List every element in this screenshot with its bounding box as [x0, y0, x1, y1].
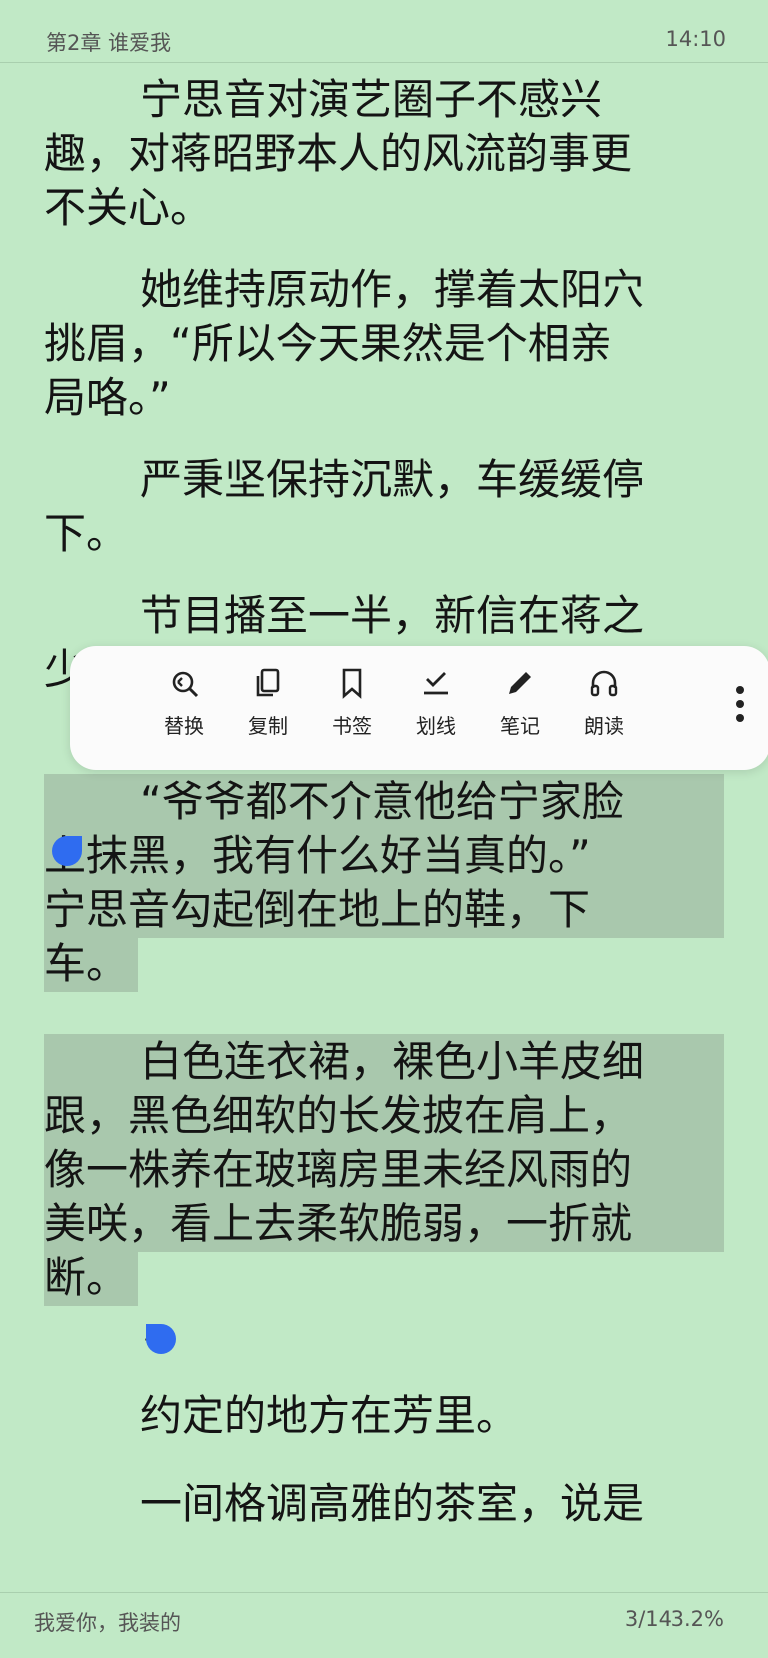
- read-aloud-label: 朗读: [584, 714, 624, 738]
- selected-text-line: 美咲，看上去柔软脆弱，一折就: [44, 1196, 724, 1252]
- text-line: 挑眉，“所以今天果然是个相亲: [44, 319, 612, 368]
- page-indicator: 3/14: [624, 1607, 672, 1631]
- bookmark-icon: [342, 668, 362, 699]
- text-line: 宁思音对演艺圈子不感兴: [140, 75, 603, 124]
- selection-end-handle[interactable]: [146, 1324, 176, 1354]
- replace-icon: [172, 671, 199, 698]
- note-label: 笔记: [500, 714, 540, 738]
- read-aloud-button[interactable]: 朗读: [562, 666, 646, 752]
- text-line: 不关心。: [44, 183, 213, 232]
- selection-toolbar: 替换 复制 书签 划线 笔记 朗读: [70, 646, 768, 770]
- selected-text-line: 上抹黑，我有什么好当真的。”: [44, 828, 724, 884]
- copy-icon: [256, 668, 280, 697]
- clock: 14:10: [665, 27, 726, 51]
- book-title: 我爱你，我装的: [34, 1611, 181, 1635]
- text-line: 她维持原动作，撑着太阳穴: [140, 265, 645, 314]
- text-line: 下。: [44, 509, 129, 558]
- copy-button[interactable]: 复制: [226, 666, 310, 752]
- bookmark-label: 书签: [332, 714, 372, 738]
- text-line: 一间格调高雅的茶室，说是: [140, 1479, 645, 1528]
- bookmark-button[interactable]: 书签: [310, 666, 394, 752]
- selected-text-line: 像一株养在玻璃房里未经风雨的: [44, 1142, 724, 1198]
- more-button[interactable]: [734, 686, 746, 730]
- text-line: 约定的地方在芳里。: [140, 1391, 519, 1440]
- selected-text-line: 车。: [44, 936, 138, 992]
- selected-text-line: “爷爷都不介意他给宁家脸: [44, 774, 724, 830]
- note-button[interactable]: 笔记: [478, 666, 562, 752]
- underline-button[interactable]: 划线: [394, 666, 478, 752]
- replace-label: 替换: [164, 714, 204, 738]
- text-line: 趣，对蒋昭野本人的风流韵事更: [44, 129, 633, 178]
- text-line: 局咯。”: [44, 373, 171, 422]
- text-line: 节目播至一半，新信在蒋之: [140, 591, 645, 640]
- selected-text-line: 跟，黑色细软的长发披在肩上，: [44, 1088, 724, 1144]
- text-line: 严秉坚保持沉默，车缓缓停: [140, 455, 645, 504]
- chapter-title: 第2章 谁爱我: [46, 31, 172, 55]
- reading-content[interactable]: 宁思音对演艺圈子不感兴 趣，对蒋昭野本人的风流韵事更 不关心。 她维持原动作，撑…: [0, 62, 768, 1592]
- underline-icon: [424, 672, 448, 695]
- selected-text-line: 白色连衣裙，裸色小羊皮细: [44, 1034, 724, 1090]
- pencil-icon: [509, 672, 531, 694]
- reader-footer: 我爱你，我装的 3/14 3.2%: [0, 1592, 768, 1658]
- underline-label: 划线: [416, 714, 456, 738]
- selected-text-line: 宁思音勾起倒在地上的鞋，下: [44, 882, 724, 938]
- headphones-icon: [590, 670, 618, 697]
- selected-text-line: 断。: [44, 1250, 138, 1306]
- reader-header: 第2章 谁爱我 14:10: [0, 0, 768, 63]
- more-vertical-icon: [736, 686, 744, 694]
- selection-start-handle[interactable]: [52, 836, 82, 866]
- reading-progress: 3.2%: [670, 1607, 724, 1631]
- copy-label: 复制: [248, 714, 288, 738]
- replace-button[interactable]: 替换: [142, 666, 226, 752]
